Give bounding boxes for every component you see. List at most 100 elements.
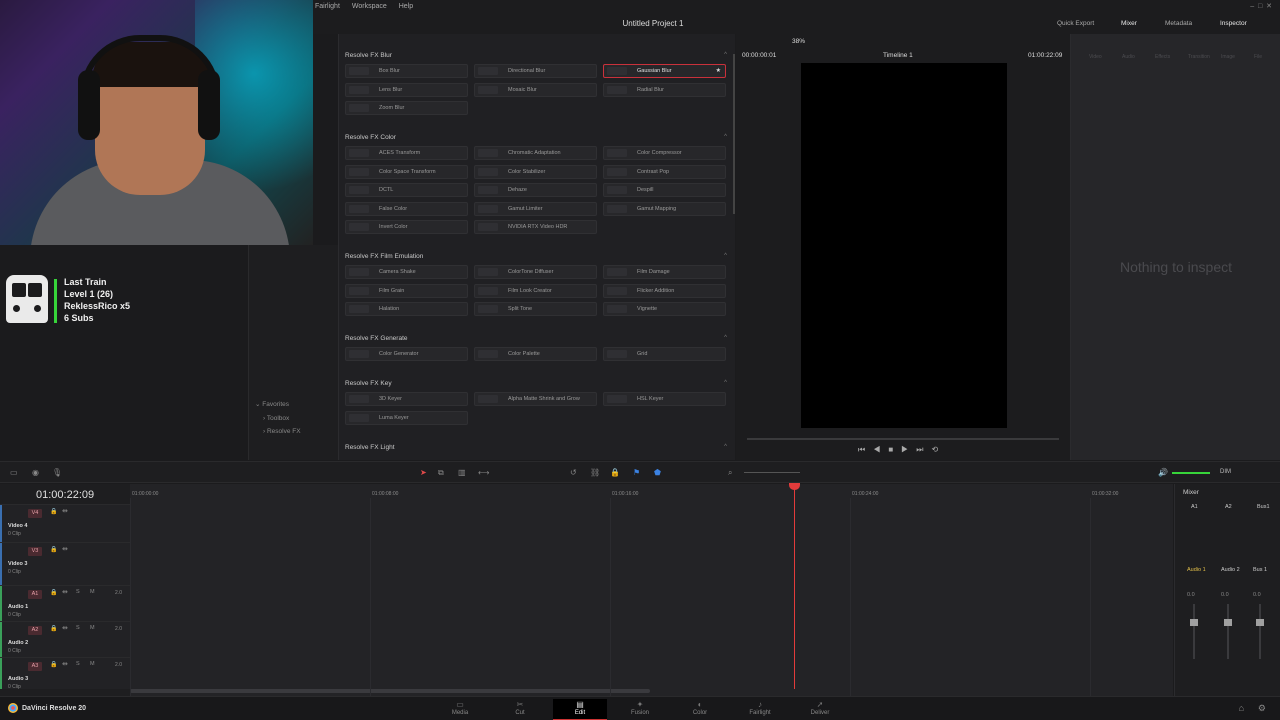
track-header-video-4[interactable]: V4 🔒 ⇹ Video 4 0 Clip bbox=[0, 504, 130, 542]
playhead-handle[interactable] bbox=[789, 483, 800, 490]
fx-item-gamut-limiter[interactable]: Gamut Limiter bbox=[474, 201, 597, 216]
track-toggle-icon[interactable]: ⇹ bbox=[62, 507, 68, 515]
fx-item-color-palette[interactable]: Color Palette bbox=[474, 347, 597, 361]
mixer-column-a2[interactable]: A2 bbox=[1225, 504, 1232, 510]
link-icon[interactable]: ⛓ bbox=[590, 468, 600, 477]
solo-button[interactable]: S bbox=[76, 589, 80, 595]
inspector-toggle-button[interactable]: Inspector bbox=[1220, 20, 1247, 27]
fx-item-nvidia-rtx-video-hdr[interactable]: NVIDIA RTX Video HDR bbox=[474, 220, 597, 234]
timeline-tracks[interactable]: 01:00:00:00 01:00:08:00 01:00:16:00 01:00:2… bbox=[130, 483, 1173, 703]
dynamic-trim-icon[interactable]: ⟷ bbox=[478, 468, 489, 477]
page-tab-color[interactable]: ◐ Color bbox=[673, 699, 727, 720]
page-tab-deliver[interactable]: ➚ Deliver bbox=[793, 699, 847, 720]
mixer-toggle-button[interactable]: Mixer bbox=[1121, 20, 1137, 27]
fx-item-zoom-blur[interactable]: Zoom Blur bbox=[345, 101, 468, 115]
menu-fairlight[interactable]: Fairlight bbox=[315, 3, 340, 10]
home-icon[interactable]: ⌂ bbox=[1239, 703, 1244, 713]
viewer-timeline-name[interactable]: Timeline 1 bbox=[883, 52, 913, 59]
mixer-column-bus1[interactable]: Bus1 bbox=[1257, 504, 1270, 510]
playhead[interactable] bbox=[794, 484, 795, 689]
fx-item-hsl-keyer[interactable]: HSL Keyer bbox=[603, 392, 726, 406]
fx-item-invert-color[interactable]: Invert Color bbox=[345, 220, 468, 234]
fx-item-colortone-diffuser[interactable]: ColorTone Diffuser bbox=[474, 265, 597, 279]
selection-tool-icon[interactable]: ➤ bbox=[420, 468, 427, 477]
page-tab-edit[interactable]: ▤ Edit bbox=[553, 699, 607, 720]
fx-item-despill[interactable]: Despill bbox=[603, 183, 726, 197]
track-badge[interactable]: A3 bbox=[28, 662, 42, 671]
inspector-tab-file[interactable]: File bbox=[1254, 54, 1262, 60]
track-badge[interactable]: V3 bbox=[28, 547, 42, 556]
fx-item-lens-blur[interactable]: Lens Blur bbox=[345, 82, 468, 97]
fx-item-false-color[interactable]: False Color bbox=[345, 201, 468, 216]
menu-workspace[interactable]: Workspace bbox=[352, 3, 387, 10]
collapse-chevron-icon[interactable]: ^ bbox=[724, 253, 727, 259]
collapse-chevron-icon[interactable]: ^ bbox=[724, 335, 727, 341]
layout-icon[interactable]: ▭ bbox=[10, 468, 18, 477]
fx-item-alpha-matte-shrink-and-grow[interactable]: Alpha Matte Shrink and Grow bbox=[474, 392, 597, 406]
track-header-audio-1[interactable]: A1 🔒 ⇹ Audio 1 0 Clip 2.0 S M bbox=[0, 585, 130, 621]
collapse-chevron-icon[interactable]: ^ bbox=[724, 134, 727, 140]
zoom-icon[interactable]: ⌕ bbox=[728, 468, 732, 478]
fx-item-film-damage[interactable]: Film Damage bbox=[603, 265, 726, 279]
viewer-zoom[interactable]: 38% bbox=[792, 38, 805, 45]
fx-item-aces-transform[interactable]: ACES Transform bbox=[345, 146, 468, 160]
mixer-fader-knob[interactable] bbox=[1256, 619, 1264, 626]
lock-track-icon[interactable]: 🔒 bbox=[50, 546, 57, 553]
mixer-fader-knob[interactable] bbox=[1190, 619, 1198, 626]
fx-item-3d-keyer[interactable]: 3D Keyer bbox=[345, 392, 468, 406]
mixer-fader-knob[interactable] bbox=[1224, 619, 1232, 626]
fx-item-film-grain[interactable]: Film Grain bbox=[345, 283, 468, 298]
track-toggle-icon[interactable]: ⇹ bbox=[62, 545, 68, 553]
lock-track-icon[interactable]: 🔒 bbox=[50, 661, 57, 668]
track-badge[interactable]: A2 bbox=[28, 626, 42, 635]
fx-section-title[interactable]: Resolve FX Generate bbox=[345, 335, 408, 342]
mixer-column-a1[interactable]: A1 bbox=[1191, 504, 1198, 510]
track-header-video-3[interactable]: V3 🔒 ⇹ Video 3 0 Clip bbox=[0, 542, 130, 585]
fx-section-title[interactable]: Resolve FX Film Emulation bbox=[345, 253, 423, 260]
mute-button[interactable]: M bbox=[90, 625, 95, 631]
fx-item-gamut-mapping[interactable]: Gamut Mapping bbox=[603, 201, 726, 216]
fx-item-flicker-addition[interactable]: Flicker Addition bbox=[603, 283, 726, 298]
window-controls[interactable]: – □ ✕ bbox=[1250, 2, 1272, 10]
mic-icon[interactable]: 🎙 bbox=[52, 468, 62, 477]
fx-section-title[interactable]: Resolve FX Key bbox=[345, 380, 392, 387]
audio-icon[interactable]: ◉ bbox=[32, 468, 39, 477]
fx-item-luma-keyer[interactable]: Luma Keyer bbox=[345, 410, 468, 425]
collapse-chevron-icon[interactable]: ^ bbox=[724, 380, 727, 386]
page-tab-fusion[interactable]: ✦ Fusion bbox=[613, 699, 667, 720]
fx-item-color-generator[interactable]: Color Generator bbox=[345, 347, 468, 361]
page-tab-media[interactable]: ▭ Media bbox=[433, 699, 487, 720]
fx-item-grid[interactable]: Grid bbox=[603, 347, 726, 361]
lock-track-icon[interactable]: 🔒 bbox=[50, 625, 57, 632]
solo-button[interactable]: S bbox=[76, 661, 80, 667]
track-badge[interactable]: A1 bbox=[28, 590, 42, 599]
inspector-tab-effects[interactable]: Effects bbox=[1155, 54, 1170, 60]
fx-item-gaussian-blur[interactable]: Gaussian Blur ★ bbox=[603, 64, 726, 78]
fx-section-title[interactable]: Resolve FX Light bbox=[345, 444, 395, 451]
flag-icon[interactable]: ⚑ bbox=[633, 468, 640, 477]
fx-item-vignette[interactable]: Vignette bbox=[603, 302, 726, 316]
metadata-toggle-button[interactable]: Metadata bbox=[1165, 20, 1192, 27]
bin-resolve-fx[interactable]: › Resolve FX bbox=[255, 425, 301, 439]
mixer-fader-track[interactable] bbox=[1259, 604, 1261, 659]
fx-scrollbar[interactable] bbox=[733, 54, 735, 214]
collapse-chevron-icon[interactable]: ^ bbox=[724, 52, 727, 58]
lock-track-icon[interactable]: 🔒 bbox=[50, 508, 57, 515]
track-header-audio-3[interactable]: A3 🔒 ⇹ Audio 3 0 Clip 2.0 S M bbox=[0, 657, 130, 690]
master-volume-slider[interactable] bbox=[1172, 472, 1210, 474]
bin-favorites[interactable]: ⌄ Favorites bbox=[255, 398, 301, 412]
track-badge[interactable]: V4 bbox=[28, 509, 42, 518]
viewer-scrub-bar[interactable] bbox=[747, 438, 1059, 440]
lock-track-icon[interactable]: 🔒 bbox=[50, 589, 57, 596]
track-header-audio-2[interactable]: A2 🔒 ⇹ Audio 2 0 Clip 2.0 S M bbox=[0, 621, 130, 657]
inspector-tab-image[interactable]: Image bbox=[1221, 54, 1235, 60]
blade-tool-icon[interactable]: ▥ bbox=[458, 468, 466, 477]
trim-tool-icon[interactable]: ⧉ bbox=[438, 468, 444, 478]
page-tab-fairlight[interactable]: ♪ Fairlight bbox=[733, 699, 787, 720]
fx-item-dehaze[interactable]: Dehaze bbox=[474, 183, 597, 197]
mixer-fader-track[interactable] bbox=[1227, 604, 1229, 659]
favorite-star-icon[interactable]: ★ bbox=[716, 65, 721, 77]
fx-item-directional-blur[interactable]: Directional Blur bbox=[474, 64, 597, 78]
bin-toolbox[interactable]: › Toolbox bbox=[255, 412, 301, 426]
track-toggle-icon[interactable]: ⇹ bbox=[62, 588, 68, 596]
